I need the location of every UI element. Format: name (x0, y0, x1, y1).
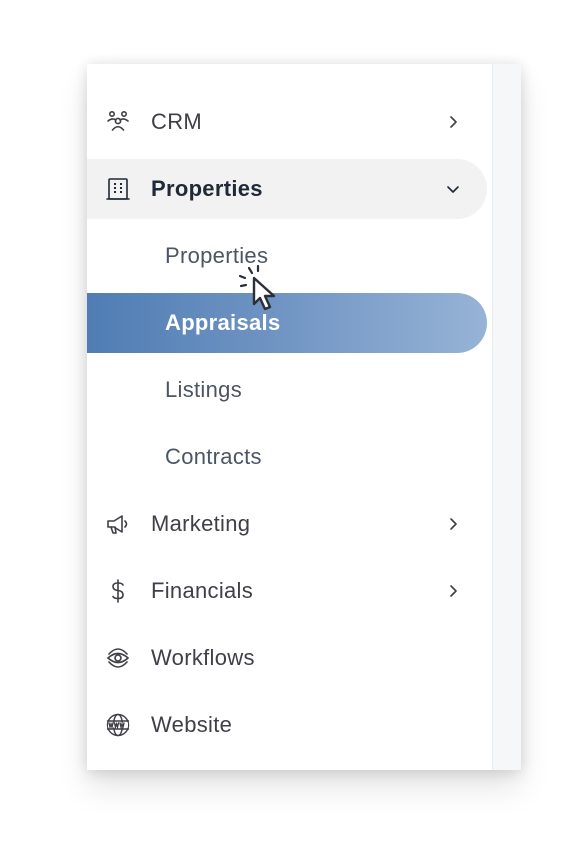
sidebar-item-financials[interactable]: Financials (87, 561, 487, 621)
submenu-item-listings[interactable]: Listings (87, 360, 487, 420)
megaphone-icon (105, 511, 131, 537)
chevron-right-icon (445, 583, 461, 599)
eye-cycle-icon (105, 645, 131, 671)
submenu-item-contracts[interactable]: Contracts (87, 427, 487, 487)
sidebar-item-website[interactable]: Website (87, 695, 487, 755)
sidebar-item-marketing[interactable]: Marketing (87, 494, 487, 554)
sidebar-item-crm[interactable]: CRM (87, 92, 487, 152)
sidebar-item-label: Workflows (151, 645, 255, 670)
chevron-down-icon (445, 181, 461, 197)
sidebar-item-workflows[interactable]: Workflows (87, 628, 487, 688)
dollar-icon (105, 578, 131, 604)
building-icon (105, 176, 131, 202)
submenu-item-label: Listings (165, 377, 242, 402)
mouse-pointer-icon (238, 264, 276, 311)
chevron-right-icon (445, 114, 461, 130)
submenu-item-label: Contracts (165, 444, 262, 469)
sidebar-item-label: Properties (151, 176, 263, 201)
sidebar-item-label: Financials (151, 578, 254, 603)
sidebar-item-label: Website (151, 712, 233, 737)
chevron-right-icon (445, 516, 461, 532)
sidebar-item-label: Marketing (151, 511, 251, 536)
sidebar-item-label: CRM (151, 109, 203, 134)
content-area-edge (492, 64, 521, 770)
sidebar-item-properties[interactable]: Properties (87, 159, 487, 219)
people-group-icon (105, 109, 131, 135)
www-globe-icon (105, 712, 131, 738)
sidebar-menu: CRM Properties Properties Appraisals Lis… (87, 64, 521, 770)
screen: CRM Properties Properties Appraisals Lis… (0, 0, 585, 855)
